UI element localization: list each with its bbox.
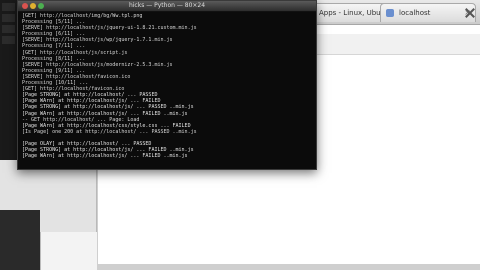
browser-tab-localhost[interactable]: localhost × [380,3,476,22]
background-terminal [0,0,17,160]
terminal-line [2,25,15,33]
terminal-output[interactable]: [GET] http://localhost/img/bg/Ww.tpl.png… [22,13,312,165]
terminal-title-bar[interactable]: hicks — Python — 80×24 [18,1,316,12]
terminal-line [2,14,15,22]
terminal-line: [Page WArn] at http://localhost/js/ ... … [22,153,188,160]
page-toolbar [300,34,480,55]
terminal-line [2,36,15,44]
dark-panel [0,210,40,270]
light-panel [40,232,97,270]
terminal-line [2,3,15,11]
window-close-icon[interactable] [464,7,476,19]
terminal-window[interactable]: hicks — Python — 80×24 [GET] http://loca… [17,0,317,170]
favicon-icon [386,9,394,17]
terminal-title: hicks — Python — 80×24 [128,2,206,9]
browser-tab-label: localhost [399,9,431,17]
